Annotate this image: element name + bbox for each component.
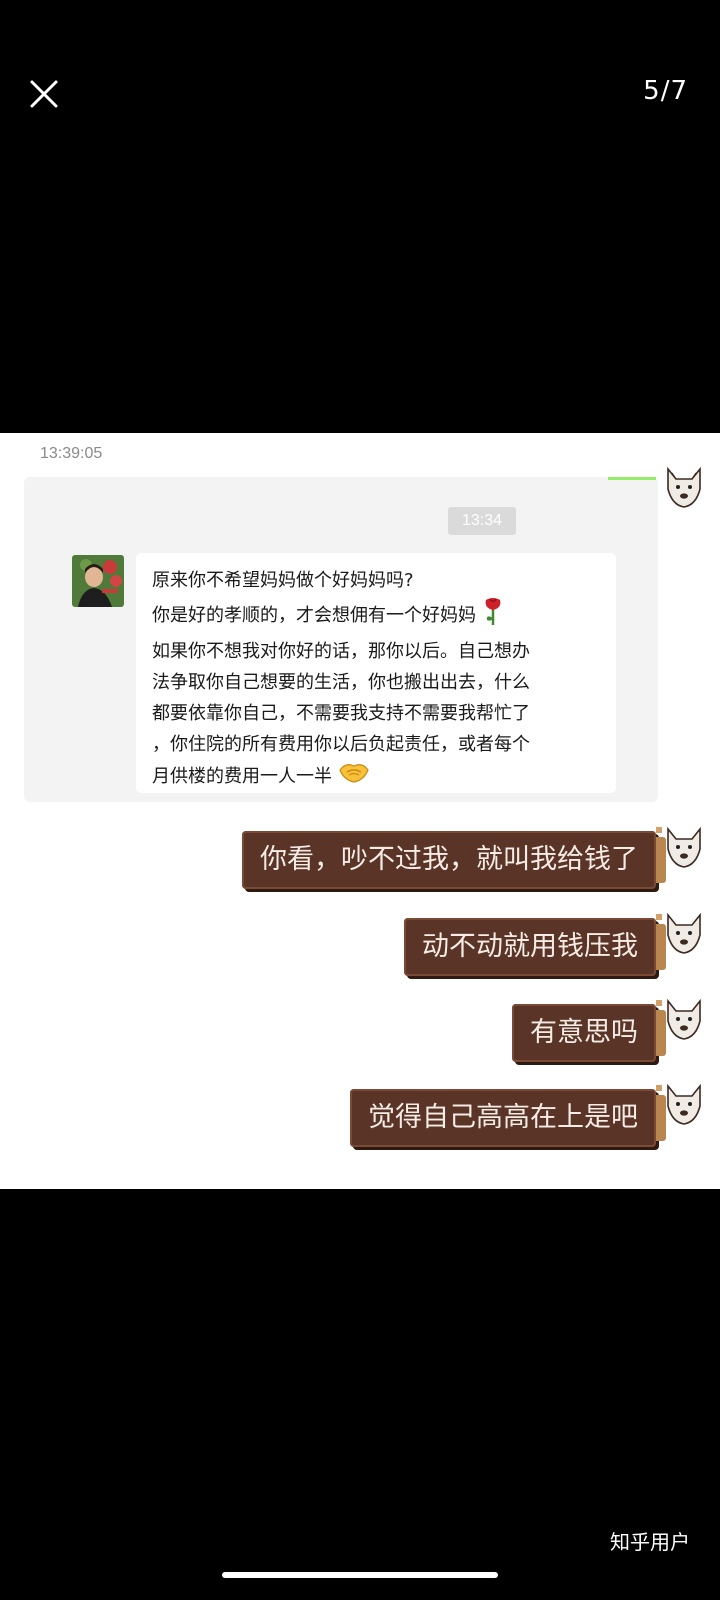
mom-line-7: 月供楼的费用一人一半 [152, 760, 612, 794]
mom-line-1: 原来你不希望妈妈做个好妈妈吗? [152, 570, 414, 591]
mom-line-2: 你是好的孝顺的，才会想佣有一个好妈妈 [152, 596, 612, 636]
self-message-bubble: 你看，吵不过我，就叫我给钱了 [242, 827, 666, 889]
mom-line-5: 都要依靠你自己，不需要我支持不需要我帮忙了 [152, 703, 530, 724]
self-message-bubble: 动不动就用钱压我 [404, 914, 666, 976]
self-avatar [662, 1082, 706, 1126]
handshake-emoji [338, 760, 370, 794]
self-avatar [662, 465, 706, 509]
top-timestamp: 13:39:05 [40, 445, 103, 462]
close-icon [30, 80, 58, 108]
quoted-timestamp: 13:34 [448, 507, 516, 535]
mom-line-4: 法争取你自己想要的生活，你也搬出出去，什么 [152, 672, 530, 693]
rose-emoji [482, 596, 504, 636]
mom-line-6: ，你住院的所有费用你以后负起责任，或者每个 [152, 734, 530, 755]
close-button[interactable] [26, 76, 62, 112]
mom-message-bubble: 原来你不希望妈妈做个好妈妈吗? 你是好的孝顺的，才会想佣有一个好妈妈 如果你不想… [136, 553, 616, 793]
mom-line-3: 如果你不想我对你好的话，那你以后。自己想办 [152, 641, 530, 662]
self-avatar [662, 997, 706, 1041]
self-avatar [662, 911, 706, 955]
sent-indicator-line [608, 477, 656, 480]
page-counter: 5/7 [643, 76, 688, 106]
chat-screenshot[interactable]: 13:39:05 13:34 原来你不希望妈妈做个好妈妈吗? 你是好的孝顺的，才… [0, 433, 720, 1189]
home-indicator[interactable] [222, 1572, 498, 1578]
mom-avatar [72, 555, 124, 607]
quoted-chat-card: 13:34 原来你不希望妈妈做个好妈妈吗? 你是好的孝顺的，才会想佣有一个好妈妈 [24, 477, 658, 802]
self-avatar [662, 825, 706, 869]
self-message-bubble: 有意思吗 [512, 1000, 666, 1062]
zhihu-watermark: 知乎用户 [610, 1530, 690, 1554]
self-message-bubble: 觉得自己高高在上是吧 [350, 1085, 666, 1147]
